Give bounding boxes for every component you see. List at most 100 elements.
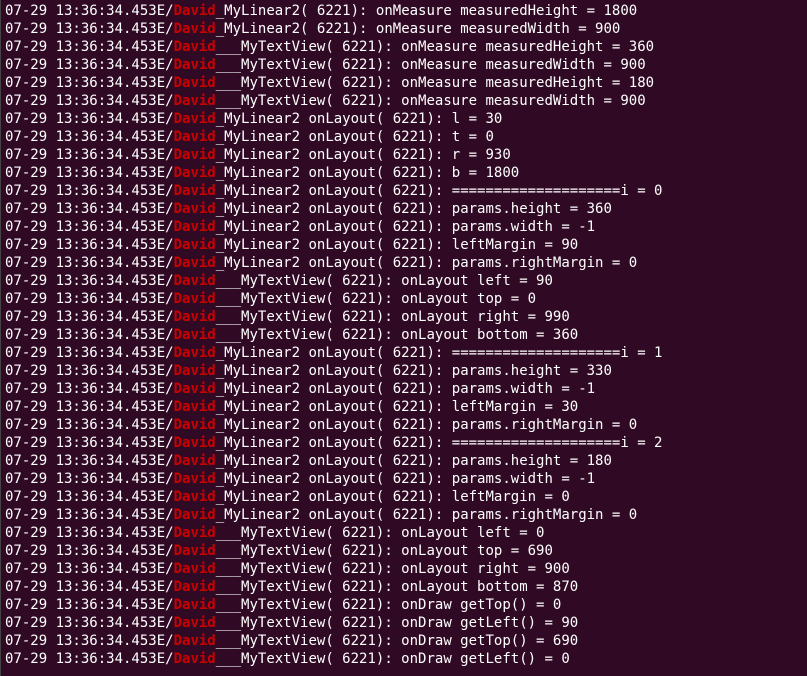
log-tag: David: [174, 110, 216, 128]
log-message: : params.height = 330: [435, 362, 612, 380]
log-line[interactable]: 07-29 13:36:34.453 E/David_MyLinear2 onL…: [5, 218, 803, 236]
log-timestamp: 07-29 13:36:34.453: [5, 614, 157, 632]
log-timestamp: 07-29 13:36:34.453: [5, 38, 157, 56]
log-message: : leftMargin = 90: [435, 236, 578, 254]
log-message: : onLayout top = 0: [384, 290, 536, 308]
log-line[interactable]: 07-29 13:36:34.453 E/David_MyLinear2( 62…: [5, 20, 803, 38]
log-timestamp: 07-29 13:36:34.453: [5, 578, 157, 596]
log-tag-suffix: ___MyTextView( 6221): [216, 272, 385, 290]
log-tag-suffix: ___MyTextView( 6221): [216, 308, 385, 326]
log-message: : onLayout left = 0: [384, 524, 544, 542]
log-line[interactable]: 07-29 13:36:34.453 E/David_MyLinear2 onL…: [5, 164, 803, 182]
log-timestamp: 07-29 13:36:34.453: [5, 146, 157, 164]
log-level: E: [157, 92, 165, 110]
log-line[interactable]: 07-29 13:36:34.453 E/David_MyLinear2 onL…: [5, 470, 803, 488]
log-tag: David: [174, 2, 216, 20]
log-line[interactable]: 07-29 13:36:34.453 E/David_MyLinear2( 62…: [5, 2, 803, 20]
log-level: E: [157, 614, 165, 632]
log-tag: David: [174, 488, 216, 506]
log-line[interactable]: 07-29 13:36:34.453 E/David_MyLinear2 onL…: [5, 200, 803, 218]
log-level: E: [157, 524, 165, 542]
log-timestamp: 07-29 13:36:34.453: [5, 362, 157, 380]
log-timestamp: 07-29 13:36:34.453: [5, 470, 157, 488]
log-line[interactable]: 07-29 13:36:34.453 E/David___MyTextView(…: [5, 542, 803, 560]
log-level: E: [157, 398, 165, 416]
log-level: E: [157, 110, 165, 128]
log-message: : onLayout right = 900: [384, 560, 569, 578]
log-line[interactable]: 07-29 13:36:34.453 E/David_MyLinear2 onL…: [5, 146, 803, 164]
log-tag-suffix: _MyLinear2 onLayout( 6221): [216, 236, 435, 254]
log-line[interactable]: 07-29 13:36:34.453 E/David___MyTextView(…: [5, 74, 803, 92]
log-level: E: [157, 182, 165, 200]
log-line[interactable]: 07-29 13:36:34.453 E/David_MyLinear2 onL…: [5, 398, 803, 416]
log-timestamp: 07-29 13:36:34.453: [5, 56, 157, 74]
log-message: : params.width = -1: [435, 470, 595, 488]
log-timestamp: 07-29 13:36:34.453: [5, 434, 157, 452]
log-line[interactable]: 07-29 13:36:34.453 E/David_MyLinear2 onL…: [5, 416, 803, 434]
log-line[interactable]: 07-29 13:36:34.453 E/David_MyLinear2 onL…: [5, 452, 803, 470]
log-tag: David: [174, 578, 216, 596]
log-line[interactable]: 07-29 13:36:34.453 E/David___MyTextView(…: [5, 290, 803, 308]
log-line[interactable]: 07-29 13:36:34.453 E/David___MyTextView(…: [5, 56, 803, 74]
log-line[interactable]: 07-29 13:36:34.453 E/David___MyTextView(…: [5, 578, 803, 596]
log-tag: David: [174, 254, 216, 272]
log-level: E: [157, 506, 165, 524]
log-line[interactable]: 07-29 13:36:34.453 E/David_MyLinear2 onL…: [5, 128, 803, 146]
log-message: : r = 930: [435, 146, 511, 164]
log-line[interactable]: 07-29 13:36:34.453 E/David_MyLinear2 onL…: [5, 362, 803, 380]
log-line[interactable]: 07-29 13:36:34.453 E/David_MyLinear2 onL…: [5, 506, 803, 524]
log-line[interactable]: 07-29 13:36:34.453 E/David_MyLinear2 onL…: [5, 182, 803, 200]
log-line[interactable]: 07-29 13:36:34.453 E/David___MyTextView(…: [5, 632, 803, 650]
log-message: : params.height = 180: [435, 452, 612, 470]
log-tag-suffix: _MyLinear2 onLayout( 6221): [216, 452, 435, 470]
log-tag: David: [174, 182, 216, 200]
log-message: : params.rightMargin = 0: [435, 254, 637, 272]
log-tag: David: [174, 200, 216, 218]
log-output[interactable]: 07-29 13:36:34.453 E/David_MyLinear2( 62…: [5, 2, 803, 668]
log-line[interactable]: 07-29 13:36:34.453 E/David_MyLinear2 onL…: [5, 344, 803, 362]
log-level: E: [157, 38, 165, 56]
log-line[interactable]: 07-29 13:36:34.453 E/David___MyTextView(…: [5, 326, 803, 344]
log-tag: David: [174, 308, 216, 326]
log-tag-suffix: _MyLinear2 onLayout( 6221): [216, 398, 435, 416]
log-tag: David: [174, 506, 216, 524]
log-message: : onLayout bottom = 870: [384, 578, 578, 596]
log-line[interactable]: 07-29 13:36:34.453 E/David___MyTextView(…: [5, 524, 803, 542]
log-tag: David: [174, 524, 216, 542]
log-line[interactable]: 07-29 13:36:34.453 E/David_MyLinear2 onL…: [5, 380, 803, 398]
log-timestamp: 07-29 13:36:34.453: [5, 290, 157, 308]
log-level: E: [157, 20, 165, 38]
log-line[interactable]: 07-29 13:36:34.453 E/David___MyTextView(…: [5, 272, 803, 290]
log-line[interactable]: 07-29 13:36:34.453 E/David_MyLinear2 onL…: [5, 434, 803, 452]
log-line[interactable]: 07-29 13:36:34.453 E/David_MyLinear2 onL…: [5, 254, 803, 272]
log-line[interactable]: 07-29 13:36:34.453 E/David___MyTextView(…: [5, 560, 803, 578]
log-tag: David: [174, 74, 216, 92]
log-tag: David: [174, 452, 216, 470]
log-line[interactable]: 07-29 13:36:34.453 E/David___MyTextView(…: [5, 308, 803, 326]
log-line[interactable]: 07-29 13:36:34.453 E/David___MyTextView(…: [5, 38, 803, 56]
log-timestamp: 07-29 13:36:34.453: [5, 632, 157, 650]
log-line[interactable]: 07-29 13:36:34.453 E/David_MyLinear2 onL…: [5, 110, 803, 128]
log-tag-suffix: _MyLinear2 onLayout( 6221): [216, 146, 435, 164]
log-tag-suffix: ___MyTextView( 6221): [216, 74, 385, 92]
log-tag-suffix: _MyLinear2 onLayout( 6221): [216, 380, 435, 398]
log-tag: David: [174, 398, 216, 416]
log-line[interactable]: 07-29 13:36:34.453 E/David_MyLinear2 onL…: [5, 488, 803, 506]
log-message: : onLayout right = 990: [384, 308, 569, 326]
log-level: E: [157, 308, 165, 326]
log-level: E: [157, 434, 165, 452]
log-tag-suffix: ___MyTextView( 6221): [216, 560, 385, 578]
log-message: : onMeasure measuredWidth = 900: [384, 92, 645, 110]
log-line[interactable]: 07-29 13:36:34.453 E/David___MyTextView(…: [5, 650, 803, 668]
log-line[interactable]: 07-29 13:36:34.453 E/David___MyTextView(…: [5, 92, 803, 110]
log-tag: David: [174, 650, 216, 668]
log-line[interactable]: 07-29 13:36:34.453 E/David_MyLinear2 onL…: [5, 236, 803, 254]
log-timestamp: 07-29 13:36:34.453: [5, 164, 157, 182]
log-line[interactable]: 07-29 13:36:34.453 E/David___MyTextView(…: [5, 614, 803, 632]
log-tag: David: [174, 92, 216, 110]
log-message: : ====================i = 2: [435, 434, 663, 452]
log-tag: David: [174, 38, 216, 56]
log-line[interactable]: 07-29 13:36:34.453 E/David___MyTextView(…: [5, 596, 803, 614]
log-tag: David: [174, 272, 216, 290]
log-level: E: [157, 488, 165, 506]
